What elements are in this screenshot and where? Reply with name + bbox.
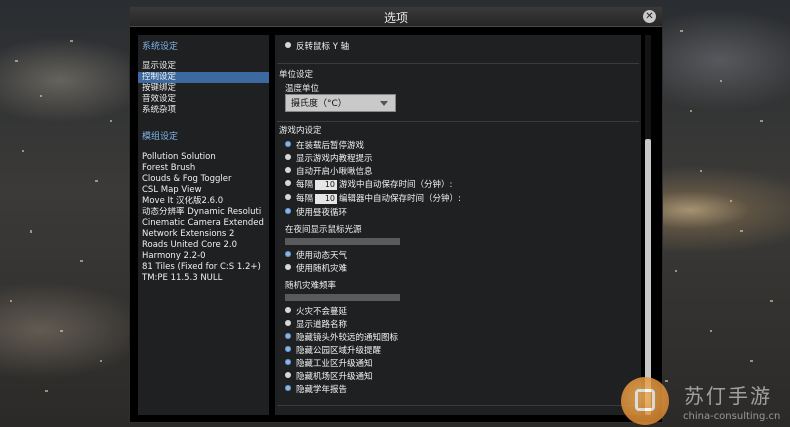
radio-on-icon [285,359,291,365]
invert-mouse-y-option[interactable]: 反转鼠标 Y 轴 [285,42,349,53]
sidebar-mod-item[interactable]: Clouds & Fog Toggler [142,174,269,185]
fire-no-spread-option[interactable]: 火灾不会蔓延 [285,307,347,318]
options-sidebar: 系统设定 显示设定 控制设定 按键绑定 音效设定 系统杂项 模组设定 Pollu… [138,35,269,415]
close-button[interactable]: ✕ [643,10,656,23]
dynamic-weather-option[interactable]: 使用动态天气 [285,251,347,262]
pause-on-load-option[interactable]: 在装载后暂停游戏 [285,141,364,152]
autosave-game-interval-input[interactable]: 10 [315,180,338,190]
scrollbar-thumb[interactable] [645,139,651,415]
radio-on-icon [285,141,291,147]
divider [277,121,639,122]
sidebar-mod-item[interactable]: CSL Map View [142,185,269,196]
autosave-editor-option[interactable]: 每隔 10 编辑器中自动保存时间（分钟）: [285,194,461,205]
radio-off-icon [285,167,291,173]
radio-on-icon [285,385,291,391]
settings-scrollbar[interactable] [645,35,651,415]
hide-park-upgrade-option[interactable]: 隐藏公园区域升级提醒 [285,346,381,357]
sidebar-item-keymapping[interactable]: 按键绑定 [138,83,269,94]
temperature-unit-label: 温度单位 [285,84,320,94]
sidebar-item-misc[interactable]: 系统杂项 [138,105,269,116]
sidebar-mod-item[interactable]: Cinematic Camera Extended [142,218,269,229]
radio-off-icon [285,372,291,378]
options-dialog: 选项 ✕ 系统设定 显示设定 控制设定 按键绑定 音效设定 系统杂项 模组设定 … [129,6,663,423]
radio-off-icon [285,320,291,326]
radio-off-icon [285,264,291,270]
hide-school-report-option[interactable]: 隐藏学年报告 [285,385,347,396]
disaster-frequency-label: 随机灾难频率 [285,281,337,291]
radio-on-icon [285,208,291,214]
sidebar-mod-item[interactable]: Roads United Core 2.0 [142,240,269,251]
sidebar-mod-item[interactable]: Harmony 2.2-0 [142,251,269,262]
sidebar-item-controls[interactable]: 控制设定 [138,72,269,83]
night-cursor-light-label: 在夜间显示鼠标光源 [285,225,362,235]
temperature-unit-dropdown[interactable]: 摄氏度（°C） [285,94,396,112]
radio-off-icon [285,307,291,313]
radio-off-icon [285,194,291,200]
night-cursor-light-slider[interactable] [285,238,400,245]
random-disasters-option[interactable]: 使用随机灾难 [285,264,347,275]
sidebar-mod-item[interactable]: Move It 汉化版2.6.0 [142,196,269,207]
autosave-game-option[interactable]: 每隔 10 游戏中自动保存时间（分钟）: [285,180,452,191]
sidebar-mod-item[interactable]: TM:PE 11.5.3 NULL [142,273,269,284]
sidebar-item-audio[interactable]: 音效设定 [138,94,269,105]
show-road-names-option[interactable]: 显示道路名称 [285,320,347,331]
radio-off-icon [285,180,291,186]
watermark-text: 苏仃手游 [684,384,772,408]
show-tutorial-option[interactable]: 显示游戏内教程提示 [285,154,373,165]
day-night-cycle-option[interactable]: 使用昼夜循环 [285,208,347,219]
sidebar-mod-item[interactable]: Network Extensions 2 [142,229,269,240]
sidebar-mod-item[interactable]: 81 Tiles (Fixed for C:S 1.2+) [142,262,269,273]
radio-on-icon [285,251,291,257]
autosave-editor-interval-input[interactable]: 10 [315,194,338,204]
watermark-logo-icon [621,377,669,425]
radio-on-icon [285,333,291,339]
settings-panel: 反转鼠标 Y 轴 单位设定 温度单位 摄氏度（°C） 游戏内设定 在装载后暂停游… [275,35,641,415]
units-section-title: 单位设定 [279,70,314,80]
radio-on-icon [285,346,291,352]
chirper-option[interactable]: 自动开启小啾啾信息 [285,167,373,178]
title-bar[interactable]: 选项 ✕ [130,7,662,27]
hide-far-notifications-option[interactable]: 隐藏镜头外较远的通知图标 [285,333,398,344]
radio-off-icon [285,42,291,48]
chevron-down-icon [380,101,388,106]
close-icon: ✕ [645,11,654,22]
disaster-frequency-slider[interactable] [285,294,400,301]
dialog-title: 选项 [383,11,408,25]
divider [277,63,639,64]
divider [277,405,639,406]
mod-settings-header: 模组设定 [142,132,179,142]
ingame-section-title: 游戏内设定 [279,126,322,136]
watermark-url: china-consulting.cn [683,411,781,422]
hide-airport-upgrade-option[interactable]: 隐藏机场区升级通知 [285,372,373,383]
sidebar-item-display[interactable]: 显示设定 [138,61,269,72]
sidebar-mod-item[interactable]: Pollution Solution [142,152,269,163]
hide-industry-upgrade-option[interactable]: 隐藏工业区升级通知 [285,359,373,370]
sidebar-mod-item[interactable]: 动态分辨率 Dynamic Resoluti [142,207,269,218]
sidebar-mod-item[interactable]: Forest Brush [142,163,269,174]
system-settings-header: 系统设定 [142,42,179,52]
radio-off-icon [285,154,291,160]
